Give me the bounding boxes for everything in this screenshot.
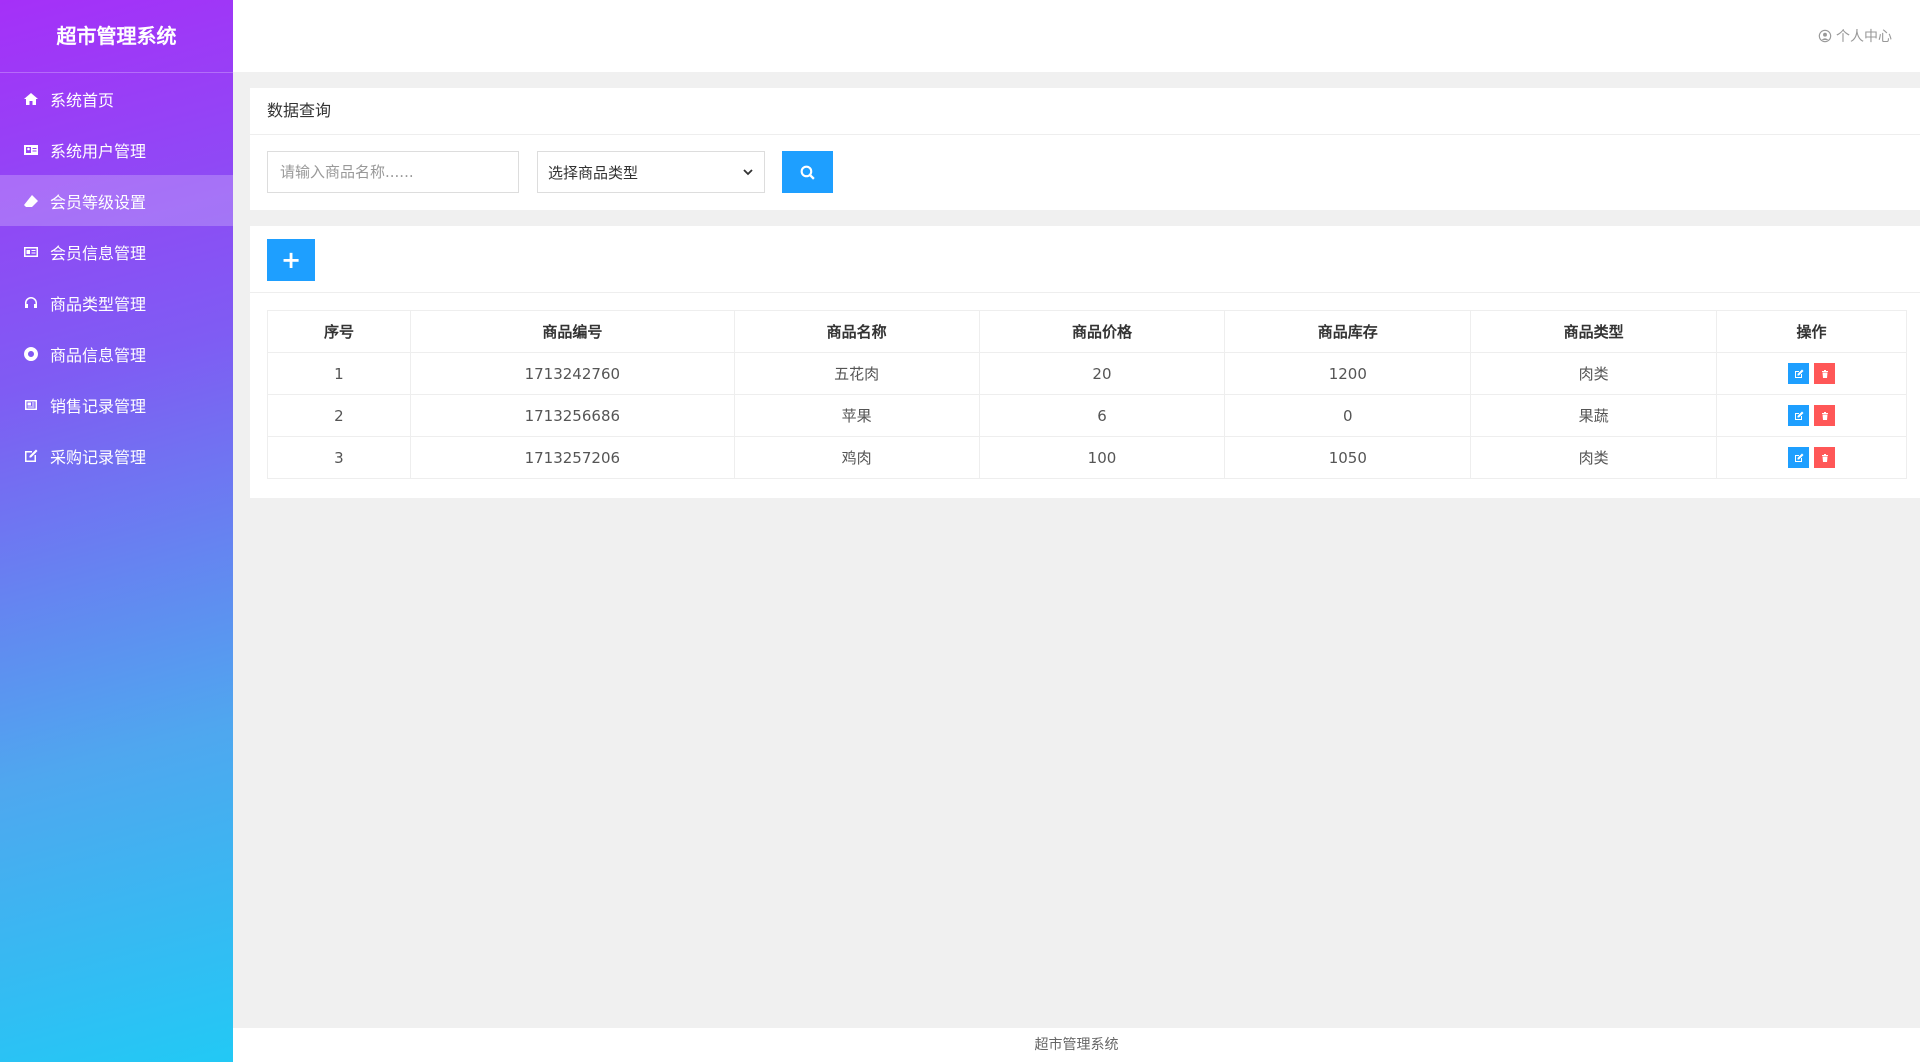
- search-panel-title: 数据查询: [250, 88, 1920, 135]
- search-icon: [800, 165, 815, 180]
- table-header-row: 序号 商品编号 商品名称 商品价格 商品库存 商品类型 操作: [267, 310, 1907, 353]
- add-button[interactable]: +: [267, 239, 315, 281]
- search-panel: 数据查询 选择商品类型: [250, 88, 1920, 210]
- cell-stock: 1050: [1224, 436, 1472, 479]
- cell-name: 五花肉: [733, 352, 980, 395]
- cell-type: 肉类: [1470, 436, 1718, 479]
- footer: 超市管理系统: [233, 1028, 1920, 1062]
- edit-button[interactable]: [1788, 363, 1810, 384]
- sidebar-item-label: 会员等级设置: [50, 192, 147, 212]
- cell-name: 鸡肉: [733, 436, 980, 479]
- sidebar-item-label: 商品信息管理: [50, 345, 147, 365]
- chevron-down-icon: [743, 169, 753, 176]
- product-type-select[interactable]: 选择商品类型: [537, 151, 765, 193]
- search-row: 选择商品类型: [267, 151, 833, 193]
- sidebar-item-system-users[interactable]: 系统用户管理: [0, 124, 233, 175]
- toolbar-divider: [250, 292, 1920, 293]
- sidebar-item-member-level[interactable]: 会员等级设置: [0, 175, 233, 226]
- sidebar-item-label: 系统用户管理: [50, 141, 147, 161]
- sidebar-item-home[interactable]: 系统首页: [0, 73, 233, 124]
- cell-code: 1713257206: [409, 436, 735, 479]
- address-card-icon: [22, 243, 40, 261]
- column-header-stock: 商品库存: [1224, 310, 1472, 353]
- sidebar-item-product-info[interactable]: 商品信息管理: [0, 328, 233, 379]
- table-row: 3 1713257206 鸡肉 100 1050 肉类: [267, 436, 1907, 479]
- cell-type: 果蔬: [1470, 394, 1718, 437]
- sidebar-item-label: 采购记录管理: [50, 447, 147, 467]
- user-center-link[interactable]: 个人中心: [1818, 26, 1892, 46]
- sidebar-item-member-info[interactable]: 会员信息管理: [0, 226, 233, 277]
- search-button[interactable]: [782, 151, 833, 193]
- sidebar-item-product-type[interactable]: 商品类型管理: [0, 277, 233, 328]
- column-header-type: 商品类型: [1470, 310, 1718, 353]
- edit-button[interactable]: [1788, 447, 1810, 468]
- sidebar-item-sales-records[interactable]: 销售记录管理: [0, 379, 233, 430]
- edit-icon: [1794, 453, 1804, 462]
- life-ring-icon: [22, 345, 40, 363]
- user-icon: [1818, 29, 1832, 43]
- eraser-icon: [22, 192, 40, 210]
- table-row: 2 1713256686 苹果 6 0 果蔬: [267, 394, 1907, 437]
- home-icon: [22, 90, 40, 108]
- delete-button[interactable]: [1814, 447, 1836, 468]
- trash-icon: [1821, 369, 1828, 378]
- trash-icon: [1821, 453, 1828, 462]
- sidebar-item-label: 销售记录管理: [50, 396, 147, 416]
- cell-type: 肉类: [1470, 352, 1718, 395]
- top-header: 个人中心: [233, 0, 1920, 72]
- cell-name: 苹果: [733, 394, 980, 437]
- user-center-label: 个人中心: [1836, 29, 1892, 45]
- edit-icon: [1794, 369, 1804, 378]
- trash-icon: [1821, 411, 1828, 420]
- cell-code: 1713256686: [409, 394, 735, 437]
- delete-button[interactable]: [1814, 363, 1836, 384]
- edit-square-icon: [22, 447, 40, 465]
- cell-price: 100: [978, 436, 1226, 479]
- edit-button[interactable]: [1788, 405, 1810, 426]
- column-header-index: 序号: [267, 310, 411, 353]
- cell-actions: [1716, 352, 1907, 395]
- sidebar-menu: 系统首页 系统用户管理 会员等级设置 会员信息管理 商品类型管理 商品信息管理 …: [0, 73, 233, 481]
- column-header-name: 商品名称: [733, 310, 980, 353]
- column-header-price: 商品价格: [978, 310, 1226, 353]
- sidebar-item-purchase-records[interactable]: 采购记录管理: [0, 430, 233, 481]
- cell-price: 20: [978, 352, 1226, 395]
- product-table: 序号 商品编号 商品名称 商品价格 商品库存 商品类型 操作 1 1713242…: [267, 310, 1907, 479]
- cell-stock: 0: [1224, 394, 1472, 437]
- product-name-search-input[interactable]: [267, 151, 519, 193]
- delete-button[interactable]: [1814, 405, 1836, 426]
- id-card-icon: [22, 141, 40, 159]
- cell-index: 2: [267, 394, 411, 437]
- cell-actions: [1716, 394, 1907, 437]
- edit-icon: [1794, 411, 1804, 420]
- newspaper-icon: [22, 396, 40, 414]
- app-title: 超市管理系统: [0, 0, 233, 73]
- column-header-code: 商品编号: [409, 310, 735, 353]
- sidebar-item-label: 会员信息管理: [50, 243, 147, 263]
- headphones-icon: [22, 294, 40, 312]
- footer-text: 超市管理系统: [1034, 1037, 1119, 1053]
- cell-code: 1713242760: [409, 352, 735, 395]
- table-panel: + 序号 商品编号 商品名称 商品价格 商品库存 商品类型 操作 1 17132…: [250, 226, 1920, 498]
- column-header-actions: 操作: [1716, 310, 1907, 353]
- sidebar-item-label: 商品类型管理: [50, 294, 147, 314]
- table-row: 1 1713242760 五花肉 20 1200 肉类: [267, 352, 1907, 395]
- product-type-select-value: 选择商品类型: [548, 163, 639, 182]
- sidebar-item-label: 系统首页: [50, 90, 115, 110]
- cell-index: 3: [267, 436, 411, 479]
- cell-stock: 1200: [1224, 352, 1472, 395]
- cell-price: 6: [978, 394, 1226, 437]
- sidebar: 超市管理系统 系统首页 系统用户管理 会员等级设置 会员信息管理 商品类型管理 …: [0, 0, 233, 1062]
- cell-index: 1: [267, 352, 411, 395]
- cell-actions: [1716, 436, 1907, 479]
